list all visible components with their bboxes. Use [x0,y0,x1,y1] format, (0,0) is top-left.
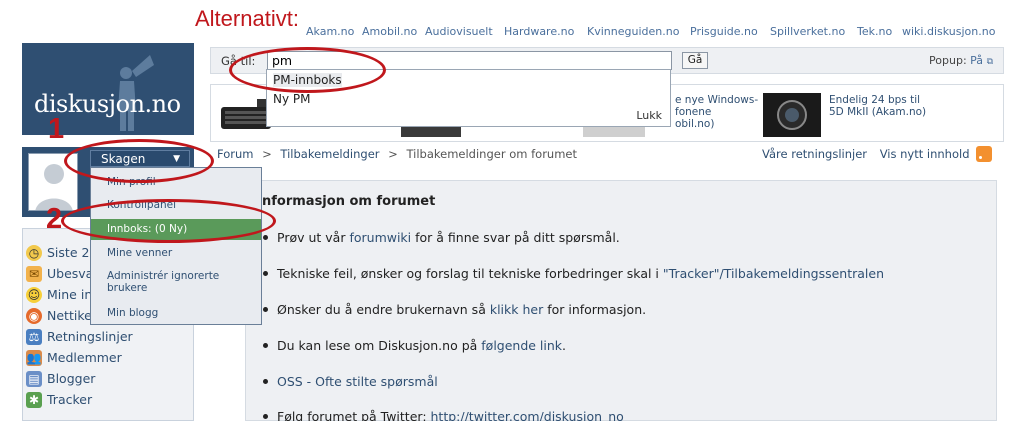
about-link[interactable]: følgende link [481,338,562,353]
suggestions-close-link[interactable]: Lukk [636,109,662,122]
topnav-link-kvinneguiden[interactable]: Kvinneguiden.no [587,25,679,38]
lifebuoy-icon: ◉ [26,308,42,324]
sidebar-item-label: Medlemmer [47,350,122,365]
camera-thumbnail[interactable] [763,93,821,137]
clock-icon: ◷ [26,245,42,261]
list-item: Ønsker du å endre brukernavn så klikk he… [263,302,646,317]
menu-item-friends[interactable]: Mine venner [91,247,261,259]
annotation-oval-inbox [61,199,276,243]
suggestion-new-pm[interactable]: Ny PM [273,92,310,106]
sidebar-item-label: Blogger [47,371,96,386]
sidebar-item-label: Ubesva [47,266,94,281]
forumwiki-link[interactable]: forumwiki [349,230,411,245]
list-item: Du kan lese om Diskusjon.no på følgende … [263,338,566,353]
breadcrumb-separator: > [388,147,398,161]
annotation-oval-goto [229,47,386,93]
smiley-icon: ☺ [26,287,42,303]
new-content-link[interactable]: Vis nytt innhold [880,147,970,161]
topnav-link-spillverket[interactable]: Spillverket.no [770,25,845,38]
goto-button[interactable]: Gå [682,52,708,69]
breadcrumb-current: Tilbakemeldinger om forumet [406,147,577,161]
external-link-icon: ⧉ [986,57,993,67]
faq-link[interactable]: OSS - Ofte stilte spørsmål [277,374,438,389]
topnav-link-amobil[interactable]: Amobil.no [362,25,417,38]
blog-icon: ▤ [26,371,42,387]
list-item: Følg forumet på Twitter: http://twitter.… [263,409,624,421]
topnav-link-prisguide[interactable]: Prisguide.no [690,25,758,38]
envelope-icon: ✉ [26,266,42,282]
list-item: Prøv ut vår forumwiki for å finne svar p… [263,230,620,245]
annotation-marker-1: 1 [48,113,65,145]
topnav-link-akam[interactable]: Akam.no [306,25,354,38]
sidebar-item-label: Nettike [47,308,92,323]
topnav-link-tek[interactable]: Tek.no [857,25,892,38]
news-item-windows[interactable]: e nye Windows- fonene obil.no) [675,94,758,130]
popup-value: På [970,54,984,67]
annotation-oval-user [64,139,214,183]
sidebar-item-label: Mine in [47,287,93,302]
list-item: OSS - Ofte stilte spørsmål [263,374,438,389]
sidebar-item-label: Retningslinjer [47,329,133,344]
sidebar-item-guidelines[interactable]: ⚖ Retningslinjer [23,328,195,346]
forum-info-box: nformasjon om forumet Prøv ut vår forumw… [245,180,997,421]
rss-icon[interactable] [976,146,992,162]
menu-item-manage-ignored[interactable]: Administrér ignorerte brukere [91,270,241,294]
annotation-alternative-label: Alternativt: [195,6,299,31]
list-item: Tekniske feil, ønsker og forslag til tek… [263,266,884,281]
breadcrumb: Forum > Tilbakemeldinger > Tilbakemeldin… [217,147,577,161]
user-dropdown-menu: Min profil Kontrollpanel Innboks: (0 Ny)… [90,167,262,325]
sidebar-item-members[interactable]: 👥 Medlemmer [23,349,195,367]
rename-link[interactable]: klikk her [490,302,543,317]
tracker-link[interactable]: "Tracker"/Tilbakemeldingssentralen [663,266,884,281]
header-links: Våre retningslinjer Vis nytt innhold [762,147,970,161]
members-icon: 👥 [26,350,42,366]
guidelines-icon: ⚖ [26,329,42,345]
bug-icon: ✱ [26,392,42,408]
sidebar-item-label: Siste 2 [47,245,90,260]
annotation-marker-2: 2 [46,203,63,235]
info-title: nformasjon om forumet [262,194,436,209]
twitter-link[interactable]: http://twitter.com/diskusjon_no [431,409,624,421]
top-sites-nav: Akam.no Amobil.no Audiovisuelt Hardware.… [306,25,1006,39]
topnav-link-audiovisuelt[interactable]: Audiovisuelt [425,25,493,38]
news-item-camera[interactable]: Endelig 24 bps til 5D MkII (Akam.no) [829,94,926,118]
breadcrumb-forum[interactable]: Forum [217,147,253,161]
topnav-link-wiki[interactable]: wiki.diskusjon.no [902,25,995,38]
breadcrumb-feedback[interactable]: Tilbakemeldinger [280,147,379,161]
sidebar-item-label: Tracker [47,392,93,407]
sidebar-item-tracker[interactable]: ✱ Tracker [23,391,195,409]
sidebar-item-blogs[interactable]: ▤ Blogger [23,370,195,388]
popup-label: Popup: [929,54,967,67]
guidelines-link[interactable]: Våre retningslinjer [762,147,867,161]
popup-toggle[interactable]: Popup: På ⧉ [929,54,993,67]
topnav-link-hardware[interactable]: Hardware.no [504,25,574,38]
menu-item-my-blog[interactable]: Min blogg [91,307,261,319]
breadcrumb-separator: > [262,147,272,161]
